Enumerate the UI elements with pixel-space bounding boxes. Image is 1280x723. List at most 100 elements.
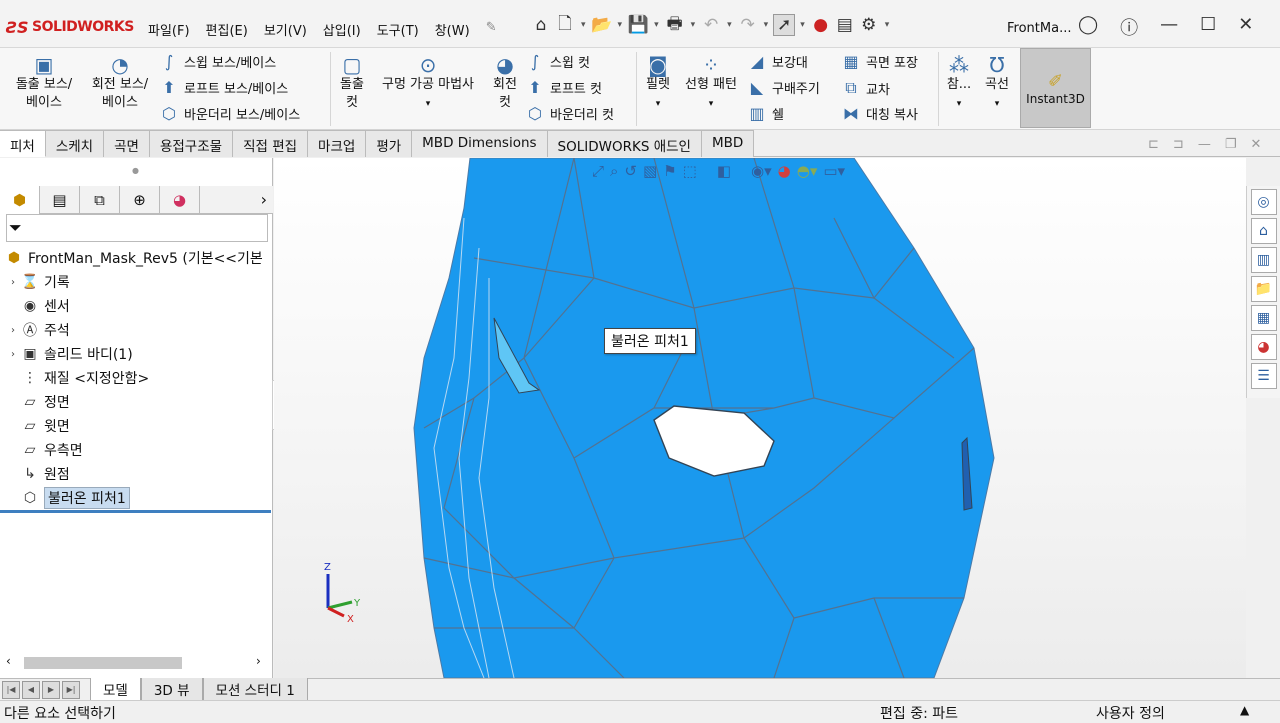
minimize-button[interactable]: —: [1160, 14, 1178, 40]
redo-icon[interactable]: ↷: [737, 14, 759, 36]
options-gear-icon[interactable]: ⚙: [858, 14, 880, 36]
section-view-icon[interactable]: ▧: [643, 162, 657, 180]
tab-surfaces[interactable]: 곡면: [104, 130, 150, 157]
view-orientation-icon[interactable]: ⬚: [683, 162, 697, 180]
tab-motion-study[interactable]: 모션 스터디 1: [202, 678, 308, 701]
status-units[interactable]: 사용자 정의: [1096, 703, 1165, 723]
tab-solidworks-addins[interactable]: SOLIDWORKS 애드인: [547, 130, 702, 157]
tab-markup[interactable]: 마크업: [308, 130, 367, 157]
loft-cut-button[interactable]: ⬆ 로프트 컷: [526, 78, 602, 97]
tab-direct-editing[interactable]: 직접 편집: [233, 130, 309, 157]
horizontal-scrollbar[interactable]: ‹ ›: [0, 653, 271, 671]
select-pointer-icon[interactable]: ➚: [773, 14, 796, 36]
sweep-cut-button[interactable]: ∫ 스윕 컷: [526, 52, 590, 71]
menu-tools[interactable]: 도구(T): [369, 18, 427, 41]
pin-icon[interactable]: ✎: [478, 18, 505, 41]
scroll-right-icon[interactable]: ›: [256, 654, 261, 668]
expand-arrow-icon[interactable]: ›: [6, 325, 20, 336]
menu-view[interactable]: 보기(V): [256, 18, 315, 41]
panel-grip-icon[interactable]: ●: [132, 166, 139, 175]
shell-button[interactable]: ▥ 쉘: [748, 104, 784, 123]
wrap-button[interactable]: ▦ 곡면 포장: [842, 52, 918, 71]
help-icon[interactable]: ⓘ: [1120, 14, 1138, 40]
last-tab-icon[interactable]: ▶|: [62, 680, 80, 699]
user-account-icon[interactable]: ◯: [1078, 14, 1098, 40]
tree-item-material[interactable]: ⋮ 재질 <지정안함>: [0, 366, 273, 390]
tab-weldments[interactable]: 용접구조물: [149, 130, 234, 157]
first-tab-icon[interactable]: |◀: [2, 680, 20, 699]
intersect-button[interactable]: ⧉ 교차: [842, 78, 890, 98]
traffic-light-icon[interactable]: ●: [810, 14, 832, 36]
reference-geometry-button[interactable]: ⁂ 참... ▾: [942, 54, 976, 113]
tree-item-annotations[interactable]: › Ⓐ 주석: [0, 318, 273, 342]
feature-manager-tab[interactable]: ⬢: [0, 186, 40, 214]
property-manager-tab[interactable]: ▤: [40, 186, 80, 214]
zoom-area-icon[interactable]: ⌕: [610, 162, 618, 180]
scroll-left-icon[interactable]: ‹: [6, 654, 11, 668]
hole-wizard-button[interactable]: ⊙ 구멍 가공 마법사 ▾: [372, 54, 484, 113]
design-library-icon[interactable]: ▥: [1250, 247, 1277, 273]
collapse-right-icon[interactable]: ⊐: [1173, 137, 1184, 152]
tab-model[interactable]: 모델: [90, 678, 141, 701]
display-style-icon[interactable]: ◧: [717, 162, 731, 180]
view-palette-icon[interactable]: ▦: [1250, 305, 1277, 331]
view-settings-icon[interactable]: ▭▾: [823, 162, 845, 180]
mask-model[interactable]: [274, 158, 1246, 678]
close-doc-icon[interactable]: ✕: [1250, 137, 1261, 152]
tree-root[interactable]: ⬢ FrontMan_Mask_Rev5 (기본<<기본: [0, 246, 273, 270]
tree-item-history[interactable]: › ⌛ 기록: [0, 270, 273, 294]
sweep-boss-button[interactable]: ∫ 스윕 보스/베이스: [160, 52, 276, 71]
tree-item-top-plane[interactable]: ▱ 윗면: [0, 414, 273, 438]
previous-view-icon[interactable]: ↺: [624, 162, 637, 180]
tab-mbd-dimensions[interactable]: MBD Dimensions: [412, 130, 548, 157]
tree-item-right-plane[interactable]: ▱ 우측면: [0, 438, 273, 462]
minimize-doc-icon[interactable]: —: [1198, 137, 1211, 152]
tree-item-origin[interactable]: ↳ 원점: [0, 462, 273, 486]
extrude-boss-button[interactable]: ▣ 돌출 보스/ 베이스: [8, 54, 80, 112]
tree-item-imported-feature[interactable]: ⬡ 불러온 피처1: [0, 486, 273, 510]
dynamic-annotation-icon[interactable]: ⚑: [663, 162, 676, 180]
tabs-scroll-right-icon[interactable]: ›: [200, 186, 273, 213]
restore-doc-icon[interactable]: ❐: [1225, 137, 1237, 152]
revolve-boss-button[interactable]: ◔ 회전 보스/ 베이스: [84, 54, 156, 112]
draft-button[interactable]: ◣ 구배주기: [748, 78, 820, 97]
mirror-button[interactable]: ⧓ 대칭 복사: [842, 104, 918, 123]
hide-show-icon[interactable]: ◉▾: [751, 162, 772, 180]
apply-scene-icon[interactable]: ◓▾: [797, 162, 818, 180]
file-explorer-icon[interactable]: 📁: [1250, 276, 1277, 302]
menu-edit[interactable]: 편집(E): [198, 18, 256, 41]
maximize-button[interactable]: ☐: [1200, 14, 1216, 40]
save-icon[interactable]: 💾: [627, 14, 649, 36]
menu-window[interactable]: 창(W): [427, 18, 478, 41]
tree-item-solid-bodies[interactable]: › ▣ 솔리드 바디(1): [0, 342, 273, 366]
loft-boss-button[interactable]: ⬆ 로프트 보스/베이스: [160, 78, 288, 97]
menu-file[interactable]: 파일(F): [140, 18, 198, 41]
tree-filter[interactable]: ⏷: [6, 214, 268, 242]
linear-pattern-button[interactable]: ⁘ 선형 패턴 ▾: [680, 54, 742, 113]
home-icon[interactable]: ⌂: [1250, 218, 1277, 244]
undo-icon[interactable]: ↶: [700, 14, 722, 36]
print-icon[interactable]: 🖶: [664, 14, 686, 36]
curves-button[interactable]: Ʊ 곡선 ▾: [978, 54, 1016, 113]
next-tab-icon[interactable]: ▶: [42, 680, 60, 699]
menu-insert[interactable]: 삽입(I): [315, 18, 369, 41]
graphics-area[interactable]: ⤢ ⌕ ↺ ▧ ⚑ ⬚ ◧ ◉▾ ◕ ◓▾ ▭▾ 불러온 피처1 Z Y X: [274, 158, 1246, 678]
custom-properties-icon[interactable]: ☰: [1250, 363, 1277, 389]
prev-tab-icon[interactable]: ◀: [22, 680, 40, 699]
collapse-left-icon[interactable]: ⊏: [1148, 137, 1159, 152]
instant3d-button[interactable]: ✐ Instant3D: [1020, 48, 1091, 128]
appearances-icon[interactable]: ◕: [1250, 334, 1277, 360]
units-dropdown-icon[interactable]: ▲: [1240, 703, 1249, 717]
boundary-boss-button[interactable]: ⬡ 바운더리 보스/베이스: [160, 104, 300, 123]
tree-rollback-bar[interactable]: [0, 510, 271, 513]
revolve-cut-button[interactable]: ◕ 회전 컷: [486, 54, 524, 112]
solidworks-logo[interactable]: ƧS SOLIDWORKS: [6, 16, 134, 38]
zoom-to-fit-icon[interactable]: ⤢: [592, 162, 604, 180]
open-folder-icon[interactable]: 📂: [591, 14, 613, 36]
expand-arrow-icon[interactable]: ›: [6, 349, 20, 360]
solidworks-resources-icon[interactable]: ◎: [1250, 189, 1277, 215]
extrude-cut-button[interactable]: ▢ 돌출 컷: [334, 54, 370, 112]
scrollbar-thumb[interactable]: [24, 657, 182, 669]
edit-appearance-icon[interactable]: ◕: [778, 162, 791, 180]
close-button[interactable]: ✕: [1238, 14, 1253, 40]
